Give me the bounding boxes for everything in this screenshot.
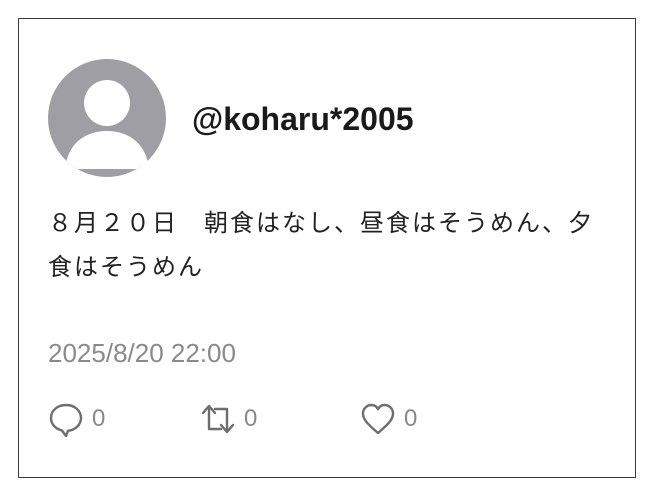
retweet-count: 0 bbox=[244, 405, 258, 432]
action-bar: 0 0 0 bbox=[48, 399, 608, 439]
reply-button[interactable]: 0 bbox=[48, 399, 105, 439]
retweet-icon bbox=[201, 404, 235, 434]
retweet-button[interactable]: 0 bbox=[200, 399, 257, 439]
user-handle[interactable]: @koharu*2005 bbox=[192, 101, 414, 137]
post-card: @koharu*2005 ８月２０日 朝食はなし、昼食はそうめん、夕食はそうめん… bbox=[18, 18, 636, 478]
speech-bubble-icon bbox=[49, 403, 83, 437]
like-count: 0 bbox=[404, 405, 418, 432]
like-button[interactable]: 0 bbox=[360, 399, 417, 439]
avatar[interactable] bbox=[48, 59, 166, 177]
post-timestamp: 2025/8/20 22:00 bbox=[48, 338, 236, 368]
heart-icon bbox=[361, 403, 395, 435]
default-user-icon bbox=[65, 80, 149, 169]
post-text: ８月２０日 朝食はなし、昼食はそうめん、夕食はそうめん bbox=[48, 209, 594, 281]
reply-count: 0 bbox=[92, 405, 106, 432]
